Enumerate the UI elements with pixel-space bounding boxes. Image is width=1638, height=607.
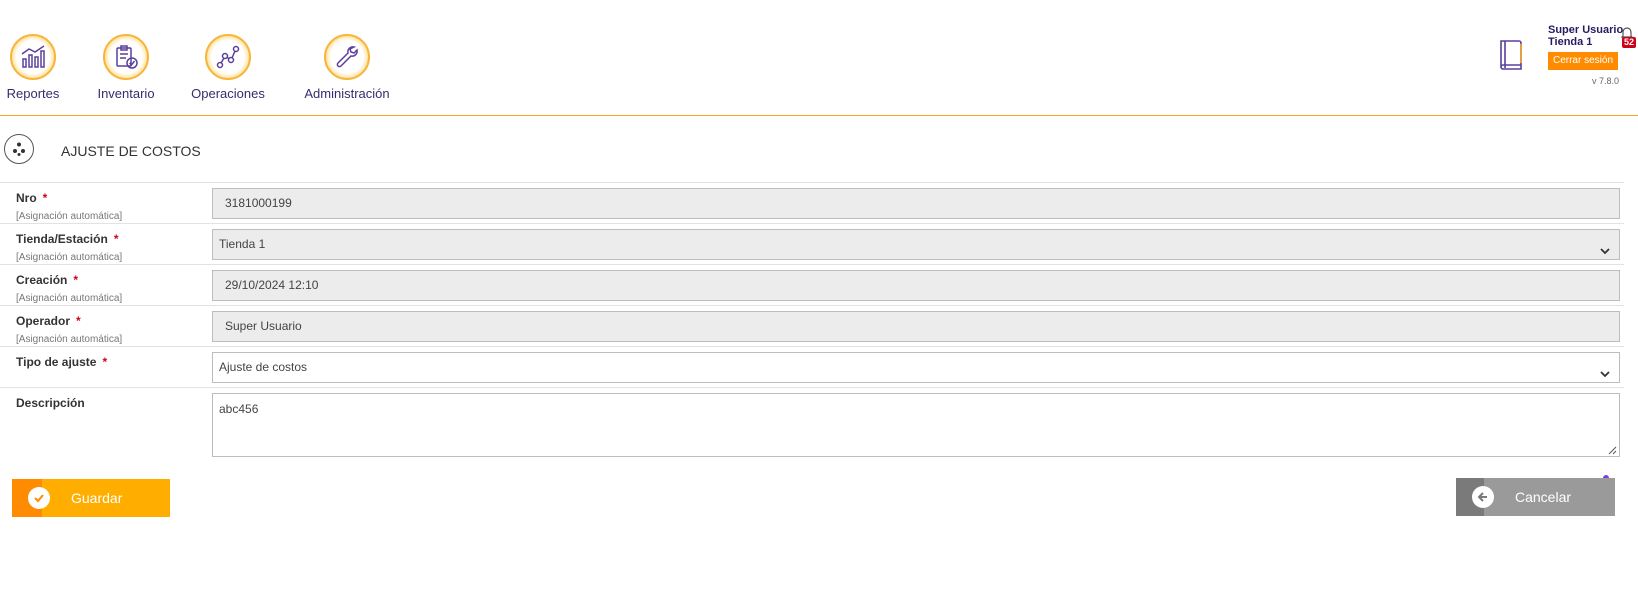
nav-label-inventario: Inventario [97,86,155,101]
field-label-descripcion: Descripción [16,396,85,410]
manual-book-icon[interactable] [1497,38,1525,72]
required-mark: * [73,273,79,287]
clipboard-check-icon [103,34,149,80]
tienda-select-value: Tienda 1 [219,237,266,251]
route-icon [205,34,251,80]
form-row-creacion: Creación * [Asignación automática] 29/10/… [0,264,1624,305]
app-version: v 7.8.0 [1592,76,1620,86]
field-label-tipo-ajuste: Tipo de ajuste [16,355,97,369]
field-label-operador: Operador [16,314,71,328]
store-name: Tienda 1 [1548,36,1593,48]
arrow-left-icon [1472,486,1494,508]
nav-label-administracion: Administración [304,86,390,101]
nav-label-reportes: Reportes [6,86,60,101]
required-mark: * [42,191,48,205]
nav-item-operaciones[interactable]: Operaciones [190,34,266,101]
chart-bars-icon [10,34,56,80]
field-label-nro: Nro [16,191,37,205]
nro-field: 3181000199 [212,188,1620,219]
form-row-operador: Operador * [Asignación automática] Super … [0,305,1624,346]
required-mark: * [76,314,81,328]
auto-hint: [Asignación automática] [16,334,123,345]
descripcion-textarea[interactable]: abc456 [212,393,1620,457]
wrench-icon [324,34,370,80]
save-button[interactable]: Guardar [12,479,170,517]
required-mark: * [113,232,119,246]
save-button-label: Guardar [71,490,123,506]
adjustment-form: Nro * [Asignación automática] 3181000199 … [0,182,1624,461]
chevron-down-icon [1599,362,1611,378]
form-row-tienda: Tienda/Estación * [Asignación automática]… [0,223,1624,264]
tipo-ajuste-select[interactable]: Ajuste de costos [212,352,1620,383]
chevron-down-icon [1599,239,1611,255]
operador-field: Super Usuario [212,311,1620,342]
user-name: Super Usuario [1548,24,1624,36]
resize-grip-icon[interactable] [1607,444,1617,455]
tipo-ajuste-select-value: Ajuste de costos [219,360,308,374]
auto-hint: [Asignación automática] [16,211,123,222]
check-icon [28,487,50,509]
page-title: AJUSTE DE COSTOS [61,143,201,159]
form-row-nro: Nro * [Asignación automática] 3181000199 [0,182,1624,223]
tienda-select[interactable]: Tienda 1 [212,229,1620,260]
field-label-creacion: Creación [16,273,68,287]
notification-badge[interactable]: 52 [1622,37,1637,48]
top-header: Reportes Inventario Operaciones Administ… [0,0,1638,116]
nav-item-reportes[interactable]: Reportes [5,34,61,101]
nav-label-operaciones: Operaciones [191,86,265,101]
form-row-tipo-ajuste: Tipo de ajuste * Ajuste de costos [0,346,1624,387]
required-mark: * [102,355,108,369]
module-icon [4,134,34,164]
nav-item-administracion[interactable]: Administración [302,34,392,101]
auto-hint: [Asignación automática] [16,293,123,304]
descripcion-value: abc456 [219,402,259,416]
form-row-descripcion: Descripción abc456 [0,387,1624,461]
cancel-button[interactable]: Cancelar [1456,478,1615,516]
creacion-field: 29/10/2024 12:10 [212,270,1620,301]
auto-hint: [Asignación automática] [16,252,123,263]
nav-item-inventario[interactable]: Inventario [95,34,157,101]
logout-button[interactable]: Cerrar sesión [1548,52,1618,70]
field-label-tienda: Tienda/Estación [16,232,108,246]
cancel-button-label: Cancelar [1515,489,1572,505]
